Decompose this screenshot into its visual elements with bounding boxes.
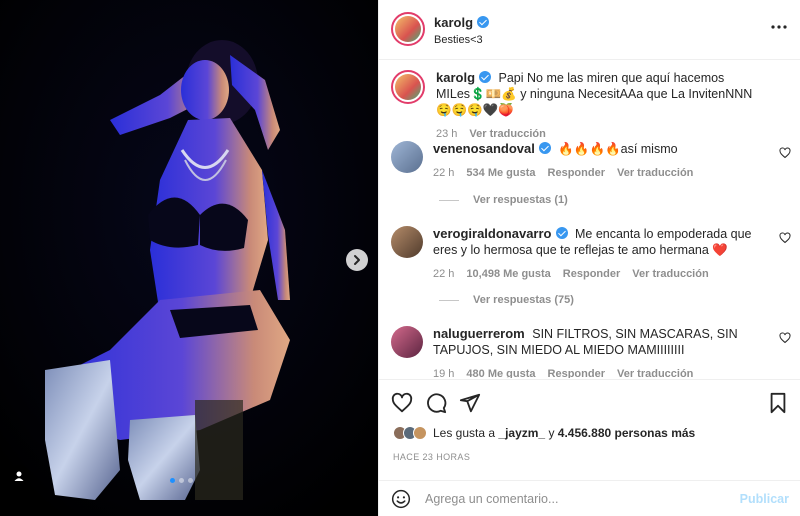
post-timestamp[interactable]: HACE 23 HORAS <box>393 452 470 462</box>
comment-input[interactable] <box>425 492 725 506</box>
see-translation-link[interactable]: Ver traducción <box>617 165 693 181</box>
author-avatar[interactable] <box>391 12 425 46</box>
author-username[interactable]: karolg <box>434 15 473 30</box>
comment-text: 🔥🔥🔥🔥así mismo <box>558 142 678 156</box>
view-replies-button[interactable]: Ver respuestas (75) <box>439 294 574 306</box>
like-comment-heart-icon[interactable] <box>779 332 791 344</box>
liker-avatars[interactable] <box>393 426 427 440</box>
see-translation-link[interactable]: Ver traducción <box>469 126 545 142</box>
commenter-avatar[interactable] <box>391 326 423 358</box>
view-replies-label: Ver respuestas (75) <box>473 294 574 306</box>
view-replies-label: Ver respuestas (1) <box>473 194 568 206</box>
emoji-smile-icon[interactable] <box>391 489 411 509</box>
comment-time[interactable]: 19 h <box>433 366 454 378</box>
post-details-panel: karolg Besties<3 karolg Papi No me las m… <box>378 0 800 516</box>
bookmark-icon[interactable] <box>767 392 789 414</box>
commenter-avatar[interactable] <box>391 226 423 258</box>
verified-badge-icon <box>555 227 568 239</box>
caption-username[interactable]: karolg <box>436 70 475 85</box>
carousel-dot <box>179 478 184 483</box>
instagram-post-view: karolg Besties<3 karolg Papi No me las m… <box>0 0 800 516</box>
comment-likes[interactable]: 10,498 Me gusta <box>466 266 550 282</box>
comment-bubble-icon[interactable] <box>425 392 447 414</box>
publish-button[interactable]: Publicar <box>740 492 789 506</box>
replies-divider <box>439 299 459 301</box>
comments-list: karolg Papi No me las miren que aquí hac… <box>379 61 800 378</box>
verified-badge-icon <box>479 71 492 83</box>
caption-time[interactable]: 23 h <box>436 126 457 142</box>
post-actions: Les gusta a _jayzm_ y 4.456.880 personas… <box>379 379 800 516</box>
paper-plane-icon[interactable] <box>459 392 481 414</box>
comment-meta: 22 h 534 Me gusta Responder Ver traducci… <box>433 165 763 181</box>
commenter-username[interactable]: naluguerrerom <box>433 326 525 341</box>
user-tag-icon <box>14 471 24 481</box>
likes-prefix: Les gusta a <box>433 426 496 440</box>
commenter-username[interactable]: venenosandoval <box>433 141 535 156</box>
post-media <box>0 0 378 516</box>
replies-divider <box>439 199 459 201</box>
post-header: karolg Besties<3 <box>379 0 800 60</box>
liker-avatar <box>413 426 427 440</box>
carousel-indicator <box>170 478 193 483</box>
more-options-button[interactable] <box>771 18 787 29</box>
liker-username[interactable]: _jayzm_ <box>498 426 545 440</box>
comment-meta: 19 h 480 Me gusta Responder Ver traducci… <box>433 366 763 378</box>
reply-button[interactable]: Responder <box>548 366 605 378</box>
commenter-avatar[interactable] <box>391 141 423 173</box>
like-comment-heart-icon[interactable] <box>779 232 791 244</box>
see-translation-link[interactable]: Ver traducción <box>632 266 708 282</box>
commenter-username[interactable]: verogiraldonavarro <box>433 226 552 241</box>
user-tags-button[interactable] <box>8 465 30 487</box>
post-photo <box>0 0 378 516</box>
likes-conj: y <box>548 426 555 440</box>
comment-time[interactable]: 22 h <box>433 266 454 282</box>
carousel-dot <box>188 478 193 483</box>
author-avatar[interactable] <box>391 70 425 104</box>
carousel-next-button[interactable] <box>346 249 368 271</box>
see-translation-link[interactable]: Ver traducción <box>617 366 693 378</box>
like-comment-heart-icon[interactable] <box>779 147 791 159</box>
view-replies-button[interactable]: Ver respuestas (1) <box>439 194 568 206</box>
verified-badge-icon <box>477 16 490 28</box>
likes-summary: Les gusta a _jayzm_ y 4.456.880 personas… <box>393 426 695 440</box>
add-comment-bar: Publicar <box>379 480 800 516</box>
more-horizontal-icon <box>771 25 787 29</box>
comment-meta: 22 h 10,498 Me gusta Responder Ver tradu… <box>433 266 763 282</box>
comment-time[interactable]: 22 h <box>433 165 454 181</box>
verified-badge-icon <box>538 142 551 154</box>
comment-likes[interactable]: 480 Me gusta <box>466 366 535 378</box>
carousel-dot-active <box>170 478 175 483</box>
likes-others-link[interactable]: 4.456.880 personas más <box>558 426 695 440</box>
heart-icon[interactable] <box>391 392 413 414</box>
caption-meta: 23 h Ver traducción <box>436 126 766 142</box>
comment-likes[interactable]: 534 Me gusta <box>466 165 535 181</box>
reply-button[interactable]: Responder <box>548 165 605 181</box>
chevron-right-icon <box>354 255 360 265</box>
reply-button[interactable]: Responder <box>563 266 620 282</box>
post-location[interactable]: Besties<3 <box>434 34 489 46</box>
